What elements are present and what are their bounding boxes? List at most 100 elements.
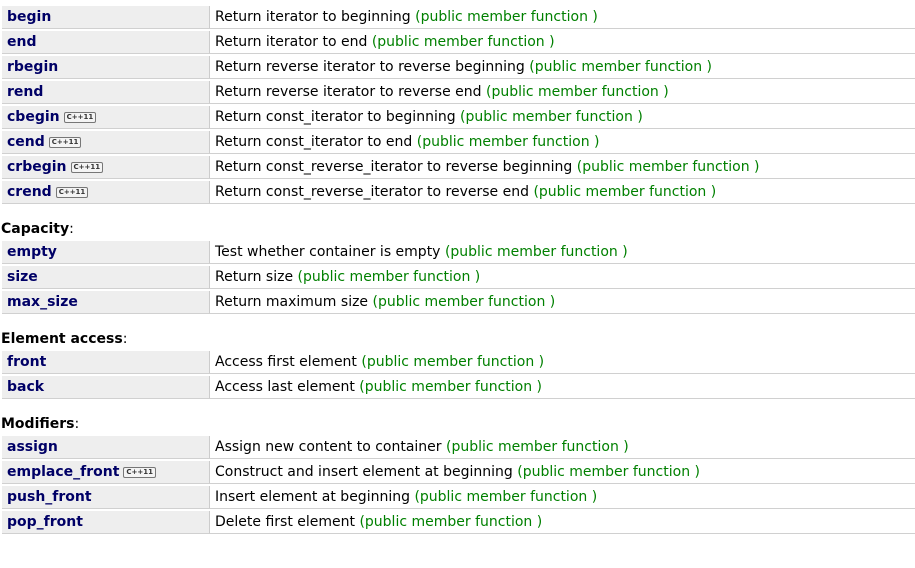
member-description: Return const_iterator to beginning xyxy=(215,109,456,125)
member-name-link[interactable]: rbegin xyxy=(7,59,58,75)
member-desc-cell: Test whether container is empty (public … xyxy=(209,241,915,264)
member-kind: (public member function ) xyxy=(372,294,556,310)
member-desc-cell: Construct and insert element at beginnin… xyxy=(209,461,915,484)
table-row: crend C++11 Return const_reverse_iterator… xyxy=(2,181,915,204)
member-name-cell[interactable]: max_size xyxy=(2,291,209,314)
member-desc-cell: Return const_iterator to end (public mem… xyxy=(209,131,915,154)
member-name-cell[interactable]: front xyxy=(2,351,209,374)
table-row: rbegin Return reverse iterator to revers… xyxy=(2,56,915,79)
member-name-link[interactable]: back xyxy=(7,379,44,395)
member-name-link[interactable]: rend xyxy=(7,84,43,100)
member-desc-cell: Delete first element (public member func… xyxy=(209,511,915,534)
members-table-element-access: front Access first element (public membe… xyxy=(2,349,915,401)
member-description: Test whether container is empty xyxy=(215,244,441,260)
member-description: Return reverse iterator to reverse end xyxy=(215,84,482,100)
member-name-link[interactable]: size xyxy=(7,269,38,285)
member-name-link[interactable]: cend xyxy=(7,134,45,150)
member-description: Return iterator to beginning xyxy=(215,9,411,25)
table-row: pop_front Delete first element (public m… xyxy=(2,511,915,534)
member-name-cell[interactable]: rbegin xyxy=(2,56,209,79)
member-name-cell[interactable]: emplace_front C++11 xyxy=(2,461,209,484)
member-kind: (public member function ) xyxy=(361,354,545,370)
table-row: push_front Insert element at beginning (… xyxy=(2,486,915,509)
member-name-cell[interactable]: push_front xyxy=(2,486,209,509)
member-kind: (public member function ) xyxy=(359,379,542,395)
table-row: assign Assign new content to container (… xyxy=(2,436,915,459)
member-name-link[interactable]: begin xyxy=(7,9,51,25)
member-name-link[interactable]: assign xyxy=(7,439,58,455)
member-desc-cell: Return const_iterator to beginning (publ… xyxy=(209,106,915,129)
member-reference: begin Return iterator to beginning (publ… xyxy=(0,4,915,536)
member-name-cell[interactable]: end xyxy=(2,31,209,54)
table-row: cbegin C++11 Return const_iterator to beg… xyxy=(2,106,915,129)
members-table-modifiers: assign Assign new content to container (… xyxy=(2,434,915,536)
member-desc-cell: Return const_reverse_iterator to reverse… xyxy=(209,156,915,179)
member-name-cell[interactable]: back xyxy=(2,376,209,399)
section-heading-element-access: Element access: xyxy=(1,331,128,347)
member-kind: (public member function ) xyxy=(359,514,543,530)
member-name-cell[interactable]: pop_front xyxy=(2,511,209,534)
cpp11-badge: C++11 xyxy=(48,137,82,148)
member-description: Return maximum size xyxy=(215,294,369,310)
member-kind: (public member function ) xyxy=(576,159,760,175)
member-desc-cell: Insert element at beginning (public memb… xyxy=(209,486,915,509)
members-table-iterators: begin Return iterator to beginning (publ… xyxy=(2,4,915,206)
member-kind: (public member function ) xyxy=(446,439,629,455)
cpp11-badge: C++11 xyxy=(70,162,104,173)
member-name-cell[interactable]: size xyxy=(2,266,209,289)
member-description: Return reverse iterator to reverse begin… xyxy=(215,59,525,75)
section-heading-capacity: Capacity: xyxy=(1,221,74,237)
member-name-link[interactable]: cbegin xyxy=(7,109,60,125)
member-description: Return size xyxy=(215,269,294,285)
member-desc-cell: Return reverse iterator to reverse begin… xyxy=(209,56,915,79)
member-name-link[interactable]: empty xyxy=(7,244,57,260)
table-row: begin Return iterator to beginning (publ… xyxy=(2,6,915,29)
member-desc-cell: Return const_reverse_iterator to reverse… xyxy=(209,181,915,204)
member-description: Return iterator to end xyxy=(215,34,368,50)
member-name-cell[interactable]: begin xyxy=(2,6,209,29)
member-name-link[interactable]: end xyxy=(7,34,36,50)
member-name-cell[interactable]: crbegin C++11 xyxy=(2,156,209,179)
member-kind: (public member function ) xyxy=(371,34,555,50)
member-name-link[interactable]: crend xyxy=(7,184,52,200)
member-name-link[interactable]: front xyxy=(7,354,46,370)
member-name-cell[interactable]: assign xyxy=(2,436,209,459)
member-desc-cell: Access first element (public member func… xyxy=(209,351,915,374)
member-kind: (public member function ) xyxy=(415,9,598,25)
member-description: Insert element at beginning xyxy=(215,489,410,505)
table-row: end Return iterator to end (public membe… xyxy=(2,31,915,54)
table-row: empty Test whether container is empty (p… xyxy=(2,241,915,264)
member-name-link[interactable]: max_size xyxy=(7,294,78,310)
table-row: front Access first element (public membe… xyxy=(2,351,915,374)
table-row: back Access last element (public member … xyxy=(2,376,915,399)
member-name-cell[interactable]: empty xyxy=(2,241,209,264)
member-kind: (public member function ) xyxy=(485,84,669,100)
member-desc-cell: Return iterator to beginning (public mem… xyxy=(209,6,915,29)
member-name-cell[interactable]: cbegin C++11 xyxy=(2,106,209,129)
member-name-link[interactable]: push_front xyxy=(7,489,92,505)
member-kind: (public member function ) xyxy=(533,184,717,200)
member-kind: (public member function ) xyxy=(416,134,600,150)
member-description: Return const_reverse_iterator to reverse… xyxy=(215,159,573,175)
member-desc-cell: Return reverse iterator to reverse end (… xyxy=(209,81,915,104)
member-kind: (public member function ) xyxy=(517,464,700,480)
member-name-cell[interactable]: cend C++11 xyxy=(2,131,209,154)
member-desc-cell: Return maximum size (public member funct… xyxy=(209,291,915,314)
members-table-capacity: empty Test whether container is empty (p… xyxy=(2,239,915,316)
cpp11-badge: C++11 xyxy=(123,467,157,478)
member-kind: (public member function ) xyxy=(529,59,713,75)
member-name-link[interactable]: crbegin xyxy=(7,159,67,175)
member-name-link[interactable]: emplace_front xyxy=(7,464,119,480)
member-name-link[interactable]: pop_front xyxy=(7,514,83,530)
table-row: cend C++11 Return const_iterator to end (… xyxy=(2,131,915,154)
member-description: Return const_reverse_iterator to reverse… xyxy=(215,184,529,200)
member-desc-cell: Return size (public member function ) xyxy=(209,266,915,289)
table-row: rend Return reverse iterator to reverse … xyxy=(2,81,915,104)
member-name-cell[interactable]: crend C++11 xyxy=(2,181,209,204)
member-description: Return const_iterator to end xyxy=(215,134,413,150)
section-heading-modifiers: Modifiers: xyxy=(1,416,80,432)
member-desc-cell: Return iterator to end (public member fu… xyxy=(209,31,915,54)
member-name-cell[interactable]: rend xyxy=(2,81,209,104)
member-description: Access first element xyxy=(215,354,357,370)
member-description: Assign new content to container xyxy=(215,439,442,455)
